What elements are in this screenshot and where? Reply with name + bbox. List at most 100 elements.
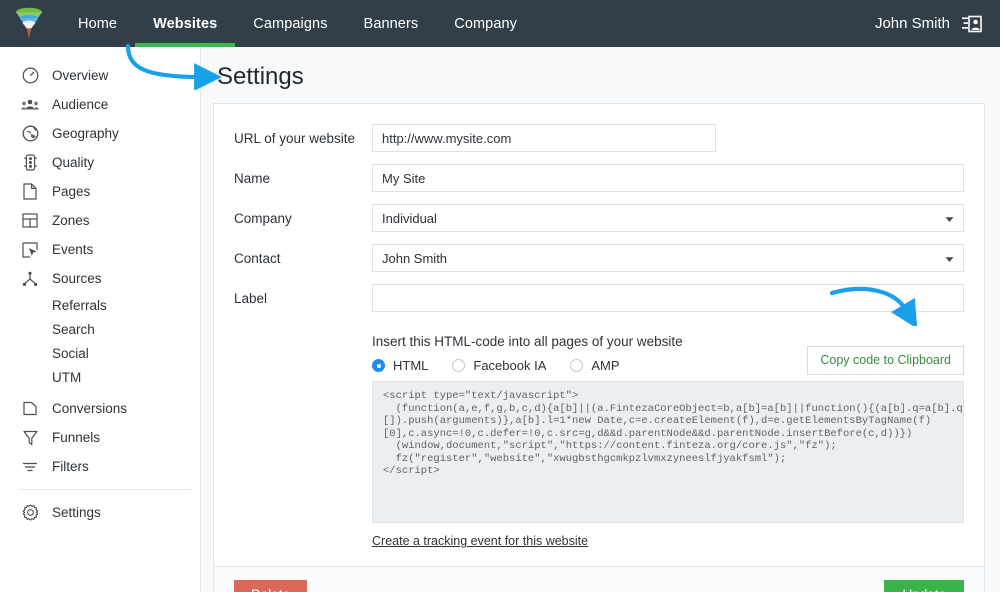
sidebar-item-geography[interactable]: Geography [0, 119, 200, 148]
sidebar-item-conversions[interactable]: Conversions [0, 394, 200, 423]
nav-item-company[interactable]: Company [436, 0, 535, 47]
sidebar-item-audience[interactable]: Audience [0, 90, 200, 119]
sidebar-sub-label: UTM [52, 370, 81, 385]
sidebar-item-label: Audience [52, 97, 108, 112]
field-row-name: Name [234, 164, 964, 192]
field-row-contact: Contact John Smith [234, 244, 964, 272]
label-input[interactable] [372, 284, 964, 312]
card-footer: Delete Update [214, 566, 984, 592]
flag-corner-icon [19, 398, 41, 420]
sidebar-item-referrals[interactable]: Referrals [0, 293, 200, 317]
top-navigation-bar: Home Websites Campaigns Banners Company … [0, 0, 1000, 47]
user-name-label[interactable]: John Smith [875, 15, 950, 32]
sidebar-item-search[interactable]: Search [0, 317, 200, 341]
sidebar-item-label: Pages [52, 184, 90, 199]
page-title: Settings [217, 63, 304, 91]
radio-label: Facebook IA [473, 358, 546, 373]
contact-select-value: John Smith [382, 251, 447, 266]
sidebar-item-label: Filters [52, 459, 89, 474]
sidebar-sub-label: Social [52, 346, 89, 361]
radio-dot-icon [452, 359, 465, 372]
radio-label: AMP [591, 358, 619, 373]
create-tracking-event-link[interactable]: Create a tracking event for this website [372, 534, 588, 548]
sidebar-item-settings[interactable]: Settings [0, 498, 200, 527]
sidebar-item-label: Events [52, 242, 93, 257]
layout-icon [19, 210, 41, 232]
gear-icon [19, 502, 41, 524]
main-content: Settings URL of your website Name Compa [201, 47, 1000, 592]
update-button[interactable]: Update [884, 580, 964, 592]
delete-button[interactable]: Delete [234, 580, 307, 592]
chevron-down-icon [945, 251, 954, 266]
company-select[interactable]: Individual [372, 204, 964, 232]
sidebar-item-pages[interactable]: Pages [0, 177, 200, 206]
settings-form: URL of your website Name Company I [214, 104, 984, 566]
copy-code-to-clipboard-button[interactable]: Copy code to Clipboard [807, 346, 964, 375]
settings-card: URL of your website Name Company I [213, 103, 985, 592]
traffic-light-icon [19, 152, 41, 174]
nav-item-campaigns[interactable]: Campaigns [235, 0, 345, 47]
funnel-icon [19, 427, 41, 449]
field-row-company: Company Individual [234, 204, 964, 232]
nav-label: Banners [364, 16, 419, 32]
field-label-name: Name [234, 171, 372, 186]
radio-label: HTML [393, 358, 428, 373]
name-input[interactable] [372, 164, 964, 192]
filter-lines-icon [19, 456, 41, 478]
globe-icon [19, 123, 41, 145]
nav-item-home[interactable]: Home [60, 0, 135, 47]
sidebar-item-zones[interactable]: Zones [0, 206, 200, 235]
field-label-label: Label [234, 291, 372, 306]
speedometer-icon [19, 65, 41, 87]
app-root: Home Websites Campaigns Banners Company … [0, 0, 1000, 592]
network-icon [19, 268, 41, 290]
nav-item-banners[interactable]: Banners [346, 0, 437, 47]
sidebar-item-social[interactable]: Social [0, 341, 200, 365]
field-control-contact: John Smith [372, 244, 964, 272]
radio-option-amp[interactable]: AMP [570, 358, 619, 373]
funnel-logo-icon[interactable] [5, 0, 52, 47]
sidebar-item-label: Sources [52, 271, 102, 286]
sidebar-sub-label: Referrals [52, 298, 107, 313]
sidebar-divider [19, 489, 191, 490]
field-control-label [372, 284, 964, 312]
radio-option-facebook-ia[interactable]: Facebook IA [452, 358, 546, 373]
nav-label: Campaigns [253, 16, 327, 32]
nav-label: Company [454, 16, 517, 32]
embed-code-block[interactable]: <script type="text/javascript"> (functio… [372, 381, 964, 523]
contact-card-icon[interactable] [962, 15, 982, 33]
field-row-url: URL of your website [234, 124, 964, 152]
sidebar-item-utm[interactable]: UTM [0, 365, 200, 389]
sidebar-item-label: Overview [52, 68, 108, 83]
radio-dot-icon [570, 359, 583, 372]
sidebar-item-quality[interactable]: Quality [0, 148, 200, 177]
sidebar-item-label: Zones [52, 213, 90, 228]
url-input[interactable] [372, 124, 716, 152]
company-select-value: Individual [382, 211, 437, 226]
sidebar-item-overview[interactable]: Overview [0, 61, 200, 90]
primary-nav-items: Home Websites Campaigns Banners Company [60, 0, 535, 47]
people-icon [19, 94, 41, 116]
field-control-url [372, 124, 964, 152]
sidebar-item-label: Geography [52, 126, 119, 141]
sidebar-item-filters[interactable]: Filters [0, 452, 200, 481]
radio-option-html[interactable]: HTML [372, 358, 428, 373]
sidebar-sub-label: Search [52, 322, 95, 337]
cursor-click-icon [19, 239, 41, 261]
embed-code-section: Insert this HTML-code into all pages of … [372, 334, 964, 550]
sidebar-item-label: Settings [52, 505, 101, 520]
nav-item-websites[interactable]: Websites [135, 0, 235, 47]
field-label-url: URL of your website [234, 131, 372, 146]
contact-select[interactable]: John Smith [372, 244, 964, 272]
field-control-name [372, 164, 964, 192]
nav-label: Home [78, 16, 117, 32]
sidebar-item-sources[interactable]: Sources [0, 264, 200, 293]
sidebar-item-label: Conversions [52, 401, 127, 416]
sidebar-item-funnels[interactable]: Funnels [0, 423, 200, 452]
field-row-label: Label [234, 284, 964, 312]
radio-dot-icon [372, 359, 385, 372]
field-label-contact: Contact [234, 251, 372, 266]
chevron-down-icon [945, 211, 954, 226]
sidebar-item-events[interactable]: Events [0, 235, 200, 264]
page-icon [19, 181, 41, 203]
